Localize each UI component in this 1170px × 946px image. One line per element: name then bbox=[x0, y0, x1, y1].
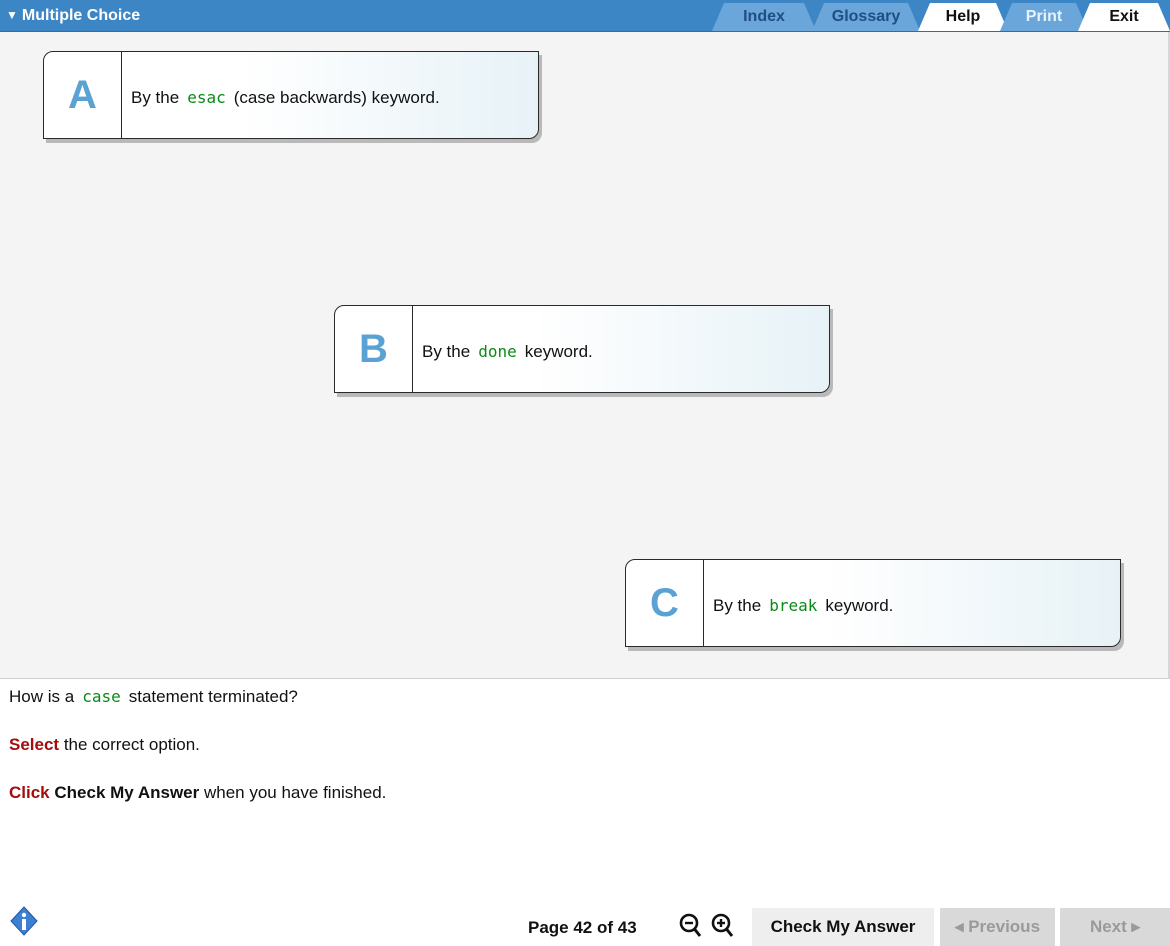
top-bar: ▼ Multiple Choice Index Glossary Help Pri… bbox=[0, 0, 1170, 32]
tab-glossary[interactable]: Glossary bbox=[812, 3, 920, 31]
option-b[interactable]: B By the done keyword. bbox=[334, 305, 830, 393]
window-title-label: Multiple Choice bbox=[21, 7, 141, 24]
zoom-out-icon[interactable] bbox=[679, 913, 703, 939]
tab-help[interactable]: Help bbox=[918, 3, 1008, 31]
option-text: By the esac (case backwards) keyword. bbox=[131, 88, 440, 107]
option-c[interactable]: C By the break keyword. bbox=[625, 559, 1121, 647]
instruction-select: Select the correct option. bbox=[9, 735, 200, 754]
option-text: By the break keyword. bbox=[713, 596, 894, 615]
option-letter: C bbox=[626, 560, 704, 646]
tab-print[interactable]: Print bbox=[1000, 3, 1088, 31]
page-indicator: Page 42 of 43 bbox=[528, 918, 637, 937]
question-text: How is a case statement terminated? bbox=[9, 687, 298, 706]
previous-button[interactable]: ◂ Previous bbox=[940, 908, 1055, 946]
instruction-click: Click Check My Answer when you have fini… bbox=[9, 783, 387, 802]
option-a[interactable]: A By the esac (case backwards) keyword. bbox=[43, 51, 539, 139]
zoom-in-icon[interactable] bbox=[711, 913, 735, 939]
option-letter: B bbox=[335, 306, 413, 392]
tab-index[interactable]: Index bbox=[712, 3, 816, 31]
options-area: A By the esac (case backwards) keyword. B … bbox=[0, 32, 1170, 678]
divider bbox=[0, 678, 1170, 679]
option-text: By the done keyword. bbox=[422, 342, 593, 361]
check-answer-button[interactable]: Check My Answer bbox=[752, 908, 934, 946]
option-letter: A bbox=[44, 52, 122, 138]
tab-exit[interactable]: Exit bbox=[1078, 3, 1170, 31]
window-title[interactable]: ▼ Multiple Choice bbox=[6, 7, 140, 25]
chevron-down-icon[interactable]: ▼ bbox=[6, 8, 18, 22]
info-icon[interactable] bbox=[10, 906, 38, 936]
next-button[interactable]: Next ▸ bbox=[1060, 908, 1170, 946]
